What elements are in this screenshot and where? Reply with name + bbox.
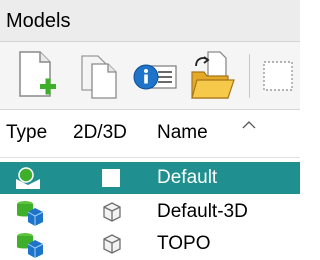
- 3d-model-icon: [17, 233, 44, 258]
- model-name: Default-3D: [157, 201, 248, 222]
- info-list-icon: [133, 64, 177, 90]
- column-header-type[interactable]: Type: [6, 122, 47, 144]
- select-box-icon: [263, 61, 293, 91]
- properties-button[interactable]: [128, 48, 182, 104]
- copy-icon: [81, 55, 117, 99]
- copy-model-button[interactable]: [74, 48, 128, 104]
- table-header: Type 2D/3D Name: [0, 110, 300, 158]
- 2d-model-icon: [16, 167, 40, 189]
- select-box-button[interactable]: [256, 48, 310, 104]
- open-model-button[interactable]: [186, 48, 240, 104]
- open-folder-icon: [191, 51, 235, 99]
- 3d-cube-icon: [103, 234, 121, 254]
- column-header-name[interactable]: Name: [157, 122, 208, 144]
- 3d-cube-icon: [103, 202, 121, 222]
- toolbar-separator: [249, 54, 250, 98]
- table-row[interactable]: Default-3D: [0, 196, 300, 228]
- 3d-model-icon: [17, 201, 44, 226]
- panel-title: Models: [6, 10, 71, 32]
- 2d-square-icon: [102, 169, 120, 187]
- toolbar: [0, 42, 300, 110]
- table-row[interactable]: TOPO: [0, 228, 300, 260]
- table-row[interactable]: Default: [0, 162, 300, 194]
- panel-title-bar: Models: [0, 0, 300, 42]
- column-header-2d3d[interactable]: 2D/3D: [73, 122, 127, 144]
- new-document-icon: [19, 51, 56, 97]
- model-name: TOPO: [157, 233, 211, 254]
- new-model-button[interactable]: [12, 48, 66, 104]
- model-name: Default: [157, 167, 218, 188]
- sort-ascending-icon: [242, 121, 256, 129]
